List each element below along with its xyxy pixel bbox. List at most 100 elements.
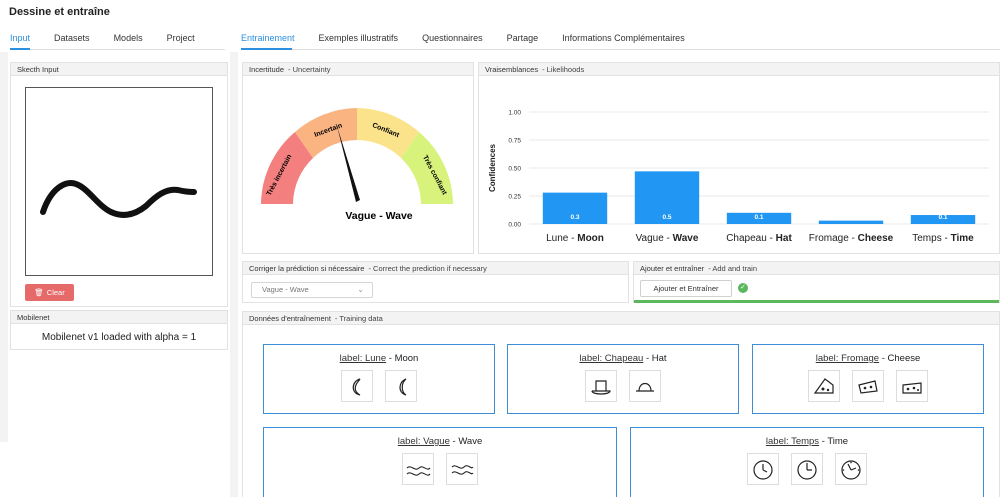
moon-sketch-icon[interactable]	[385, 370, 417, 402]
add-and-train-button[interactable]: Ajouter et Entraîner	[640, 280, 732, 297]
hat-sketch-icon[interactable]	[629, 370, 661, 402]
card-label-fr: label: Chapeau	[579, 353, 644, 364]
app-root: Dessine et entraîne Input Datasets Model…	[0, 0, 1000, 497]
uncertainty-panel: Incertitude - Uncertainty Très incertain …	[242, 62, 474, 254]
y-axis-label: Confidences	[488, 143, 497, 192]
tab-partage[interactable]: Partage	[507, 30, 539, 49]
add-train-panel: Ajouter et entraîner - Add and train Ajou…	[633, 261, 1000, 303]
panel-title: Incertitude	[249, 65, 285, 74]
uncertainty-gauge: Très incertain Incertain Confiant Très c…	[261, 108, 453, 222]
tab-entrainement[interactable]: Entrainement	[241, 30, 295, 49]
x-tick-label: Vague - Wave	[636, 233, 699, 244]
left-tab-bar: Input Datasets Models Project	[10, 30, 225, 50]
training-card-cheese[interactable]: label: Fromage - Cheese	[752, 344, 984, 414]
bar-data-label: 0.5	[662, 214, 671, 221]
cheese-sketch-icon[interactable]	[852, 370, 884, 402]
tab-informations[interactable]: Informations Complémentaires	[562, 30, 685, 49]
cheese-sketch-icon[interactable]	[808, 370, 840, 402]
card-label: label: Vague - Wave	[264, 436, 616, 447]
card-label: label: Chapeau - Hat	[508, 353, 738, 364]
wave-sketch-icon[interactable]	[402, 453, 434, 485]
panel-header: Mobilenet	[11, 311, 227, 324]
bar	[818, 220, 884, 224]
moon-sketch-icon[interactable]	[341, 370, 373, 402]
training-card-time[interactable]: label: Temps - Time	[630, 427, 984, 497]
panel-subtitle: - Correct the prediction if necessary	[368, 264, 487, 273]
tab-questionnaires[interactable]: Questionnaires	[422, 30, 483, 49]
app-title: Dessine et entraîne	[9, 6, 110, 18]
label-select-value: Vague - Wave	[262, 285, 309, 294]
panel-header: Vraisemblances - Likelihoods	[479, 63, 999, 76]
panel-subtitle: - Uncertainty	[288, 65, 331, 74]
bar-data-label: 0.3	[570, 214, 579, 221]
tab-datasets[interactable]: Datasets	[54, 30, 90, 49]
panel-header: Données d'entraînement - Training data	[243, 312, 999, 325]
mobilenet-status: Mobilenet v1 loaded with alpha = 1	[41, 332, 197, 343]
card-label-fr: label: Fromage	[815, 353, 880, 364]
right-tab-bar: Entrainement Exemples illustratifs Quest…	[241, 30, 1000, 50]
training-data-panel: Données d'entraînement - Training data la…	[242, 311, 1000, 497]
tab-exemples[interactable]: Exemples illustratifs	[319, 30, 399, 49]
panel-title: Mobilenet	[17, 313, 50, 322]
panel-subtitle: - Likelihoods	[542, 65, 585, 74]
tab-input[interactable]: Input	[10, 30, 30, 49]
clear-button[interactable]: 🗑 Clear	[25, 284, 74, 301]
training-card-wave[interactable]: label: Vague - Wave	[263, 427, 617, 497]
cheese-sketch-icon[interactable]	[896, 370, 928, 402]
correct-prediction-panel: Corriger la prédiction si nécessaire - Co…	[242, 261, 629, 303]
active-tab-indicator	[10, 48, 30, 50]
x-tick-label: Temps - Time	[912, 233, 974, 244]
y-tick-label: 1.00	[508, 110, 521, 117]
wave-sketch-icon[interactable]	[446, 453, 478, 485]
card-label-fr: label: Temps	[765, 436, 820, 447]
chevron-down-icon: ⌄	[357, 285, 364, 294]
likelihoods-panel: Vraisemblances - Likelihoods 0.00 0.25 0.50…	[478, 62, 1000, 254]
panel-subtitle: - Training data	[334, 314, 383, 323]
sketch-stroke	[40, 180, 197, 218]
tab-project[interactable]: Project	[167, 30, 195, 49]
sketch-canvas[interactable]	[25, 87, 213, 276]
panel-title: Skecth Input	[17, 65, 59, 74]
card-label-en: - Wave	[449, 436, 483, 447]
panel-header: Corriger la prédiction si nécessaire - Co…	[243, 262, 628, 275]
center-gutter	[230, 52, 238, 497]
panel-subtitle: - Add and train	[708, 264, 758, 273]
clock-sketch-icon[interactable]	[791, 453, 823, 485]
card-label-en: - Cheese	[879, 353, 921, 364]
tab-models[interactable]: Models	[114, 30, 143, 49]
trash-icon: 🗑	[34, 288, 44, 297]
clock-sketch-icon[interactable]	[835, 453, 867, 485]
sketch-input-panel: Skecth Input 🗑 Clear	[10, 62, 228, 307]
x-tick-label: Lune - Moon	[546, 233, 604, 244]
card-label-en: - Time	[819, 436, 849, 447]
left-gutter	[0, 52, 8, 442]
hat-sketch-icon[interactable]	[585, 370, 617, 402]
panel-header: Ajouter et entraîner - Add and train	[634, 262, 999, 275]
y-tick-label: 0.50	[508, 166, 521, 173]
y-tick-label: 0.75	[508, 138, 521, 145]
card-label: label: Lune - Moon	[264, 353, 494, 364]
training-card-hat[interactable]: label: Chapeau - Hat	[507, 344, 739, 414]
active-tab-indicator	[241, 48, 292, 50]
bar-data-label: 0.1	[938, 214, 947, 221]
card-label: label: Temps - Time	[631, 436, 983, 447]
bar-data-label: 0.1	[754, 214, 763, 221]
x-tick-label: Chapeau - Hat	[726, 233, 792, 244]
panel-title: Vraisemblances	[485, 65, 539, 74]
clock-sketch-icon[interactable]	[747, 453, 779, 485]
panel-header: Skecth Input	[11, 63, 227, 76]
card-label: label: Fromage - Cheese	[753, 353, 983, 364]
panel-title: Corriger la prédiction si nécessaire	[249, 264, 365, 273]
label-select[interactable]: Vague - Wave ⌄	[251, 282, 373, 298]
card-label-en: - Moon	[386, 353, 419, 364]
y-tick-label: 0.00	[508, 222, 521, 229]
mobilenet-panel: Mobilenet Mobilenet v1 loaded with alpha…	[10, 310, 228, 350]
panel-title: Données d'entraînement	[249, 314, 331, 323]
clear-label: Clear	[46, 288, 65, 297]
card-label-fr: label: Lune	[339, 353, 387, 364]
training-card-moon[interactable]: label: Lune - Moon	[263, 344, 495, 414]
panel-header: Incertitude - Uncertainty	[243, 63, 473, 76]
likelihood-bar-chart: 0.00 0.25 0.50 0.75 1.00 Confidences 0.3 Lune -…	[488, 110, 989, 244]
x-tick-label: Fromage - Cheese	[809, 233, 894, 244]
gauge-needle-label: Vague - Wave	[345, 210, 412, 222]
